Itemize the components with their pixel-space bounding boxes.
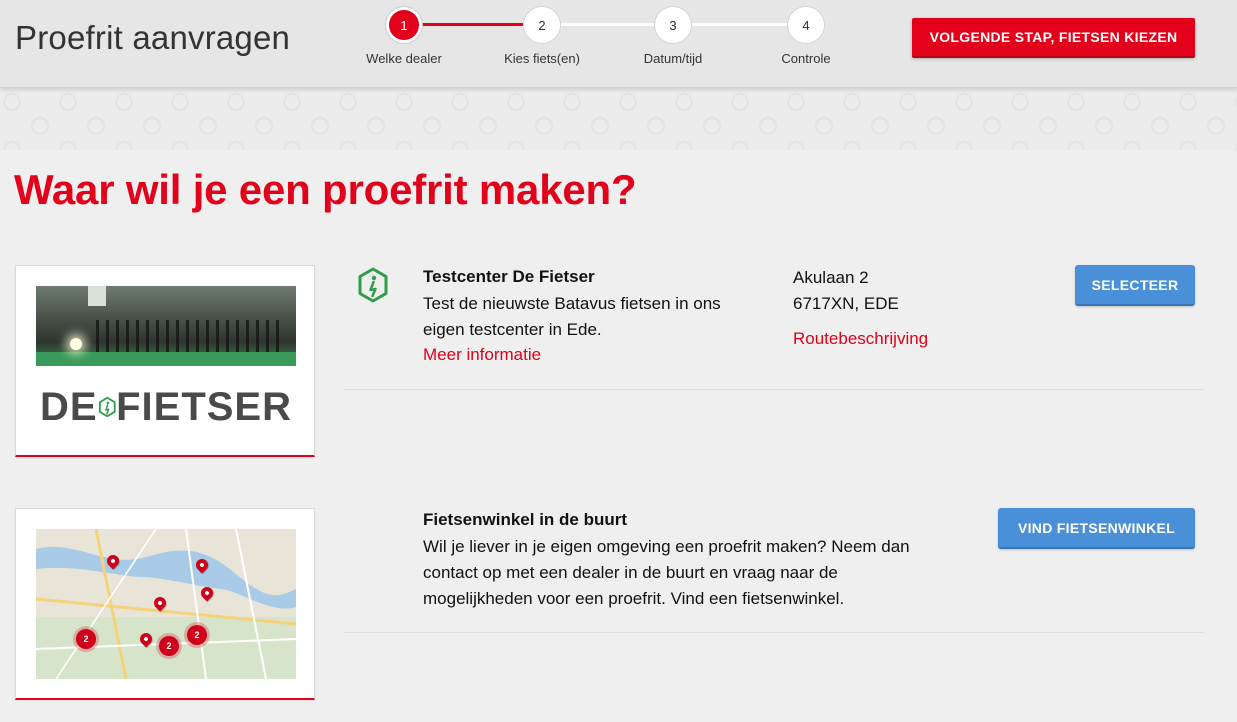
step-connector-1 [421, 23, 523, 26]
step-2-label: Kies fiets(en) [504, 51, 580, 66]
photo-bike-light [70, 338, 82, 350]
logo-text-fietser: FIETSER [116, 384, 292, 429]
map-cluster-marker[interactable]: 2 [159, 636, 179, 656]
dealer-shield-icon [357, 267, 389, 303]
step-2-number: 2 [538, 17, 546, 33]
de-fietser-logo-icon [98, 396, 116, 418]
step-3-circle[interactable]: 3 [655, 7, 691, 43]
dealer-image-card[interactable]: DE FIETSER [15, 265, 315, 457]
photo-floor [36, 352, 296, 366]
store-map: 2 2 2 [36, 529, 296, 679]
step-1-label: Welke dealer [366, 51, 442, 66]
select-dealer-button[interactable]: SELECTEER [1075, 265, 1195, 306]
step-3-label: Datum/tijd [643, 51, 703, 66]
next-step-button[interactable]: VOLGENDE STAP, FIETSEN KIEZEN [912, 18, 1195, 58]
nearby-map-card[interactable]: 2 2 2 [15, 508, 315, 700]
header: Proefrit aanvragen 1 2 3 4 Welke dealer … [0, 0, 1237, 88]
row-divider-2 [344, 632, 1204, 633]
logo-text-de: DE [40, 384, 98, 429]
dealer-address-street: Akulaan 2 [793, 268, 869, 287]
find-bike-shop-button[interactable]: VIND FIETSENWINKEL [998, 508, 1195, 549]
nearby-text-line-3: mogelijkheden voor een proefrit. Vind ee… [423, 589, 845, 608]
dealer-photo [36, 286, 296, 366]
main-heading: Waar wil je een proefrit maken? [14, 166, 637, 213]
dealer-address-city: 6717XN, EDE [793, 294, 899, 313]
progress-stepper: 1 2 3 4 Welke dealer Kies fiets(en) Datu… [0, 0, 900, 88]
route-link[interactable]: Routebeschrijving [793, 329, 928, 349]
decorative-pattern-band [0, 88, 1237, 150]
dealer-name: Testcenter De Fietser [423, 267, 595, 286]
dealer-logo: DE FIETSER [40, 378, 292, 436]
nearby-text-line-2: contact op met een dealer in de buurt en… [423, 563, 838, 582]
nearby-text-line-1: Wil je liever in je eigen omgeving een p… [423, 537, 910, 556]
photo-bikes [96, 320, 286, 354]
step-1-number: 1 [400, 17, 408, 33]
row-divider-1 [344, 389, 1204, 390]
step-connector-3 [688, 23, 790, 26]
step-4-number: 4 [802, 17, 810, 33]
dealer-description-line-2: eigen testcenter in Ede. [423, 320, 602, 339]
step-connector-2 [557, 23, 659, 26]
step-3-number: 3 [669, 17, 677, 33]
dealer-description-line-1: Test de nieuwste Batavus fietsen in ons [423, 294, 721, 313]
map-cluster-marker[interactable]: 2 [187, 625, 207, 645]
step-1-circle[interactable]: 1 [386, 7, 422, 43]
step-2-circle[interactable]: 2 [524, 7, 560, 43]
step-4-label: Controle [781, 51, 831, 66]
step-4-circle[interactable]: 4 [788, 7, 824, 43]
nearby-title: Fietsenwinkel in de buurt [423, 510, 628, 529]
map-cluster-marker[interactable]: 2 [76, 629, 96, 649]
more-info-link[interactable]: Meer informatie [423, 345, 541, 365]
photo-sign [88, 286, 106, 306]
